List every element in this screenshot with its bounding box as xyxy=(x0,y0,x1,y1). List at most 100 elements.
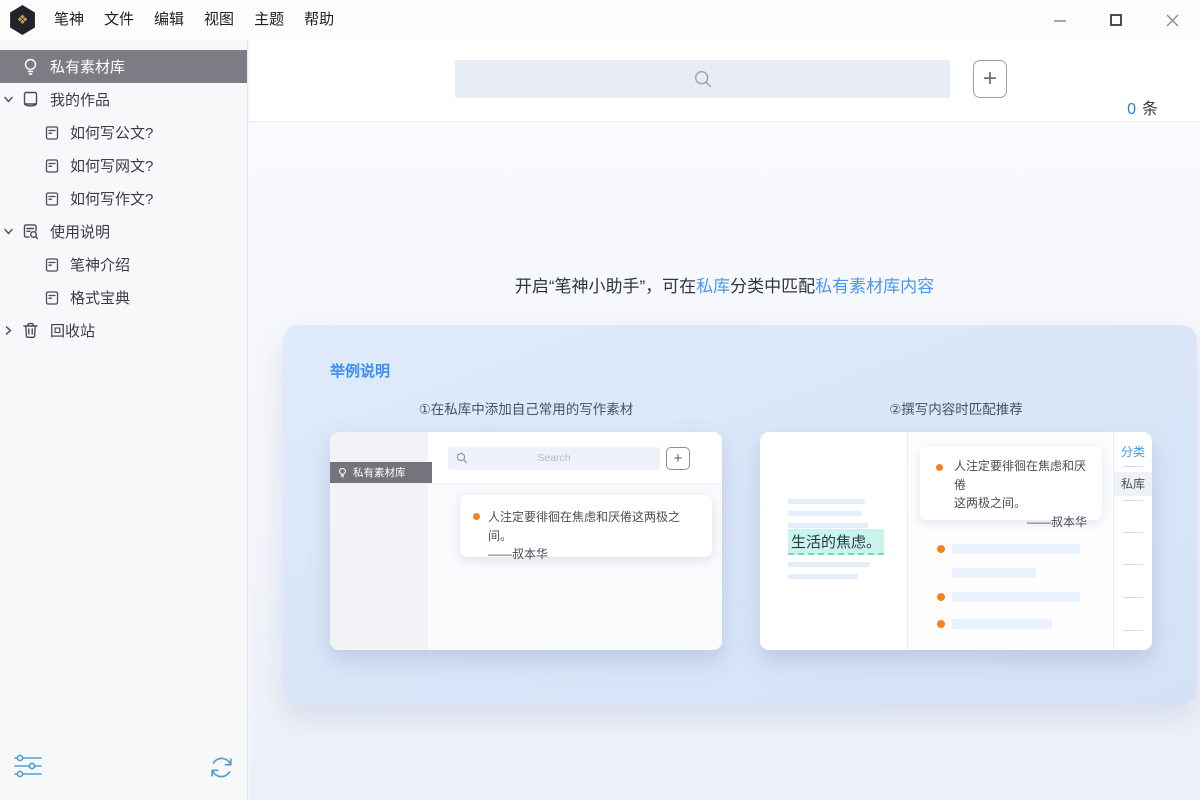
menu-view[interactable]: 视图 xyxy=(194,0,244,40)
divider xyxy=(1123,532,1143,533)
demo-tab-private: 私库 xyxy=(1114,472,1152,496)
menu-file[interactable]: 文件 xyxy=(94,0,144,40)
minimize-button[interactable] xyxy=(1032,0,1088,40)
quote-text: 这两极之间。 xyxy=(954,494,1090,513)
sidebar-item-doc-intro[interactable]: 笔神介绍 xyxy=(0,248,247,281)
sidebar-item-label: 笔神介绍 xyxy=(70,254,130,275)
bullet-icon xyxy=(937,620,945,628)
sidebar-item-doc-web[interactable]: 如何写网文? xyxy=(0,149,247,182)
chevron-down-icon[interactable] xyxy=(3,94,14,105)
maximize-button[interactable] xyxy=(1088,0,1144,40)
example-card: 举例说明 ①在私库中添加自己常用的写作素材 ②撰写内容时匹配推荐 Search … xyxy=(283,325,1197,705)
quote-text: 人注定要徘徊在焦虑和厌倦这两极之间。 xyxy=(488,508,700,545)
document-search-icon xyxy=(21,222,40,241)
promo-segment: 分类中匹配 xyxy=(730,277,815,296)
document-icon xyxy=(44,125,60,141)
sidebar-item-my-works[interactable]: 我的作品 xyxy=(0,83,247,116)
divider xyxy=(1123,597,1143,598)
quote-attribution: ——叔本华 xyxy=(488,545,700,564)
sidebar-item-label: 私有素材库 xyxy=(50,56,125,77)
plus-icon: + xyxy=(674,450,683,467)
book-icon xyxy=(21,90,40,109)
app-logo-icon: ❖ xyxy=(9,5,36,35)
count-unit: 条 xyxy=(1142,101,1158,118)
sidebar-item-private-library[interactable]: 私有素材库 xyxy=(0,50,247,83)
chevron-right-icon[interactable] xyxy=(3,325,14,336)
sidebar-item-doc-official[interactable]: 如何写公文? xyxy=(0,116,247,149)
promo-link-library: 私有素材库内容 xyxy=(815,277,934,296)
quote-attribution: ——叔本华 xyxy=(954,513,1090,532)
bullet-icon xyxy=(937,593,945,601)
placeholder-line xyxy=(952,568,1036,578)
bullet-icon xyxy=(936,464,943,471)
sidebar-item-doc-format[interactable]: 格式宝典 xyxy=(0,281,247,314)
filter-sliders-icon[interactable] xyxy=(13,751,43,781)
demo-sidebar-label: 私有素材库 xyxy=(353,465,406,480)
material-count: 0条 xyxy=(1127,95,1158,119)
demo-sidebar-selected-item: 私有素材库 xyxy=(330,462,432,483)
sidebar-item-label: 如何写公文? xyxy=(70,122,153,143)
demo-editor-area: 生活的焦虑。 xyxy=(760,432,907,650)
lightbulb-icon xyxy=(337,467,348,478)
demo-tab-column: 分类 私库 xyxy=(1114,432,1152,650)
demo-match-panel: 生活的焦虑。 人注定要徘徊在焦虑和厌倦 这两极之间。 ——叔本华 分类 xyxy=(760,432,1152,650)
sidebar-item-recycle-bin[interactable]: 回收站 xyxy=(0,314,247,347)
divider xyxy=(1123,466,1143,467)
promo-segment: 开启“笔神小助手”，可在 xyxy=(515,277,696,296)
bullet-icon xyxy=(473,513,480,520)
trash-icon xyxy=(21,321,40,340)
search-input[interactable] xyxy=(455,60,950,98)
window-controls xyxy=(1032,0,1200,40)
menu-app[interactable]: 笔神 xyxy=(44,0,94,40)
example-caption-1: ①在私库中添加自己常用的写作素材 xyxy=(330,398,722,418)
sidebar-item-label: 如何写网文? xyxy=(70,155,153,176)
sidebar: 私有素材库 我的作品 如何写公文? 如何写网文? xyxy=(0,40,248,800)
sidebar-item-label: 如何写作文? xyxy=(70,188,153,209)
divider xyxy=(1123,630,1143,631)
divider xyxy=(1123,500,1143,501)
document-icon xyxy=(44,257,60,273)
search-icon xyxy=(693,69,713,89)
demo-add-button: + xyxy=(666,447,690,470)
sidebar-item-user-guide[interactable]: 使用说明 xyxy=(0,215,247,248)
chevron-down-icon[interactable] xyxy=(3,226,14,237)
refresh-icon[interactable] xyxy=(208,754,235,781)
menu-edit[interactable]: 编辑 xyxy=(144,0,194,40)
example-caption-2: ②撰写内容时匹配推荐 xyxy=(760,398,1152,418)
placeholder-line xyxy=(788,562,870,567)
demo-topbar: Search + xyxy=(428,432,722,484)
sidebar-footer xyxy=(0,745,247,800)
promo-link-private: 私库 xyxy=(696,277,730,296)
sidebar-item-label: 回收站 xyxy=(50,320,95,341)
demo-highlighted-text: 生活的焦虑。 xyxy=(788,529,884,555)
close-button[interactable] xyxy=(1144,0,1200,40)
demo-match-quote-card: 人注定要徘徊在焦虑和厌倦 这两极之间。 ——叔本华 xyxy=(920,446,1102,520)
document-icon xyxy=(44,290,60,306)
placeholder-line xyxy=(952,592,1080,602)
placeholder-line xyxy=(952,544,1080,554)
demo-search-input: Search xyxy=(448,447,660,470)
sidebar-item-label: 使用说明 xyxy=(50,221,110,242)
placeholder-line xyxy=(788,523,868,528)
main-header: + 0条 xyxy=(249,40,1200,122)
demo-tab-category: 分类 xyxy=(1114,443,1152,460)
demo-quote-card: 人注定要徘徊在焦虑和厌倦这两极之间。 ——叔本华 xyxy=(460,495,712,557)
menu-help[interactable]: 帮助 xyxy=(294,0,344,40)
titlebar: ❖ 笔神 文件 编辑 视图 主题 帮助 xyxy=(0,0,1200,40)
count-value: 0 xyxy=(1127,101,1136,118)
content-area: 开启“笔神小助手”，可在私库分类中匹配私有素材库内容 举例说明 ①在私库中添加自… xyxy=(249,122,1200,800)
demo-search-placeholder: Search xyxy=(448,447,660,470)
placeholder-line xyxy=(788,499,865,504)
plus-icon: + xyxy=(983,67,997,91)
menu-theme[interactable]: 主题 xyxy=(244,0,294,40)
add-material-button[interactable]: + xyxy=(973,60,1007,98)
divider xyxy=(1123,564,1143,565)
lightbulb-icon xyxy=(21,57,40,76)
placeholder-line xyxy=(788,511,862,516)
demo-add-material-panel: Search + 私有素材库 人注定要徘徊在焦虑和厌倦这两极之间。 ——叔本华 xyxy=(330,432,722,650)
quote-text: 人注定要徘徊在焦虑和厌倦 xyxy=(954,457,1090,494)
menu-bar: 笔神 文件 编辑 视图 主题 帮助 xyxy=(44,0,344,40)
placeholder-line xyxy=(952,619,1052,629)
placeholder-line xyxy=(788,574,858,579)
sidebar-item-doc-essay[interactable]: 如何写作文? xyxy=(0,182,247,215)
